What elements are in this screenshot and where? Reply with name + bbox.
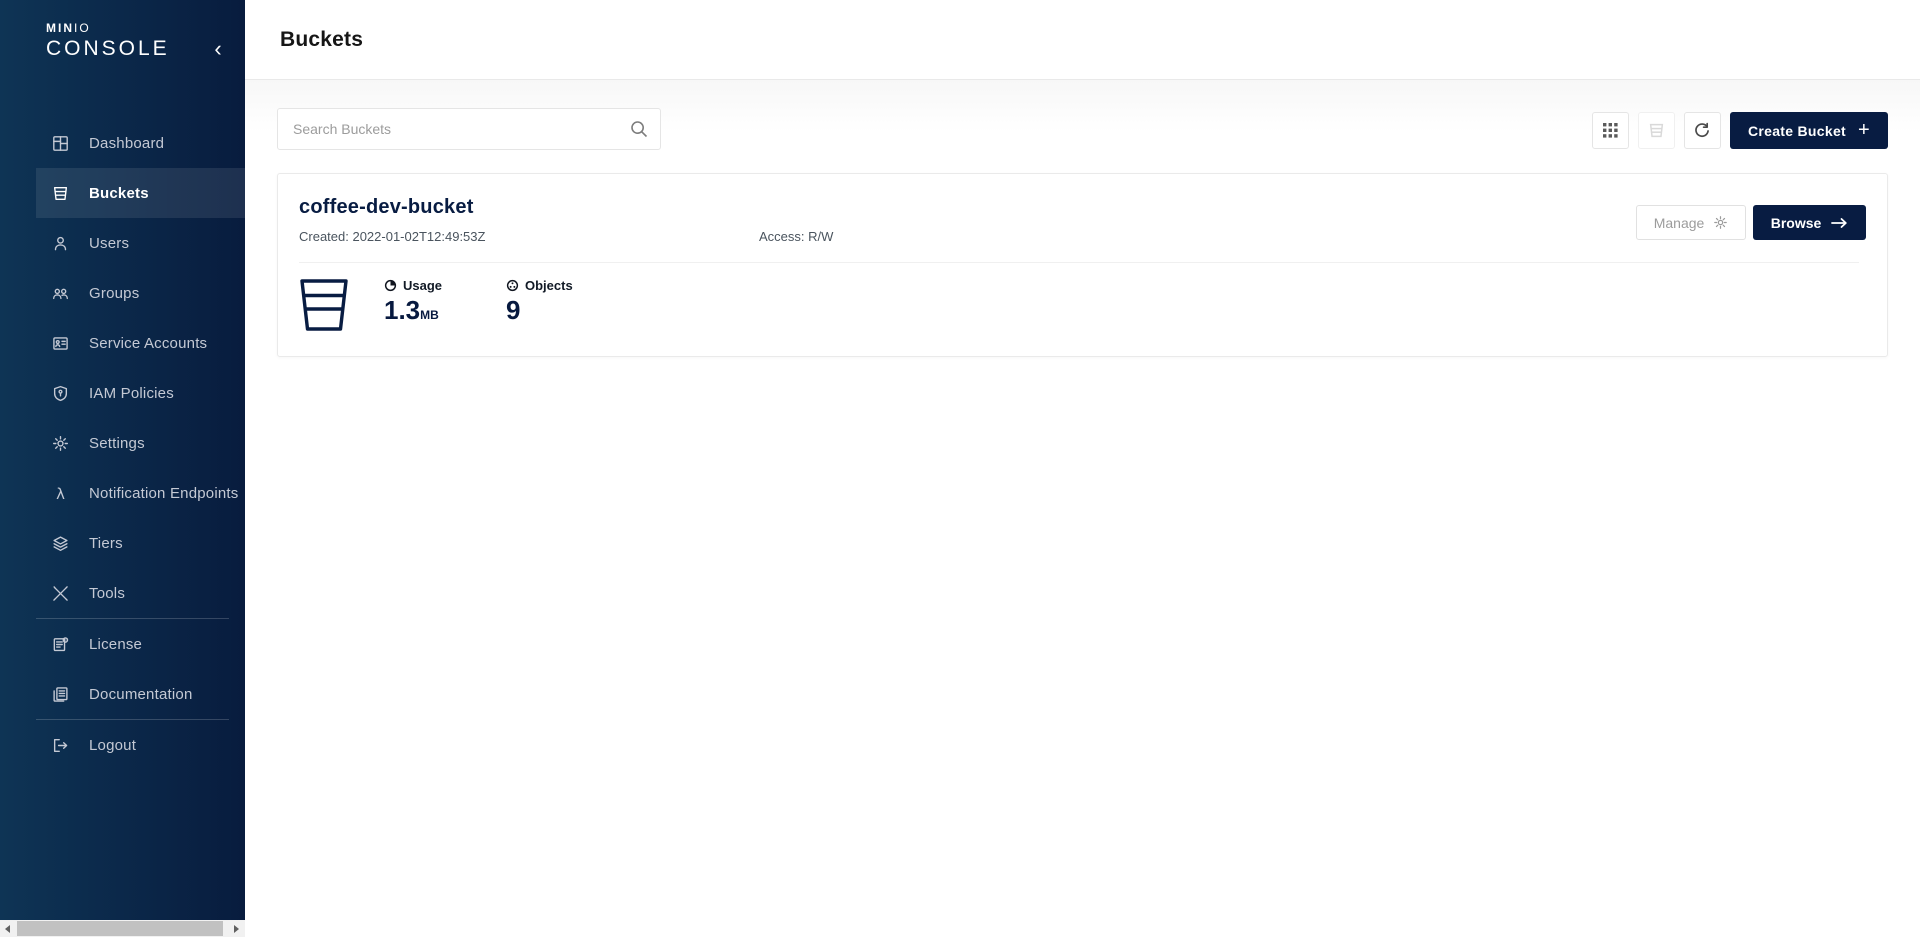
toolbar: Create Bucket + bbox=[277, 108, 1888, 150]
sidebar-menu: Dashboard Buckets Users Groups Service Accou… bbox=[0, 118, 245, 770]
manage-button[interactable]: Manage bbox=[1636, 205, 1746, 240]
sidebar-item-documentation[interactable]: Documentation bbox=[36, 669, 245, 719]
sidebar-item-tiers[interactable]: Tiers bbox=[36, 518, 245, 568]
sidebar-item-dashboard[interactable]: Dashboard bbox=[36, 118, 245, 168]
sidebar-item-label: Tools bbox=[89, 585, 125, 602]
bucket-stats-row: Usage 1.3MB Objects 9 bbox=[299, 278, 1866, 332]
arrow-right-icon bbox=[1831, 217, 1848, 229]
manage-label: Manage bbox=[1654, 215, 1705, 231]
sidebar-item-notification-endpoints[interactable]: λ Notification Endpoints bbox=[36, 468, 245, 518]
grid-view-icon bbox=[1603, 123, 1618, 138]
minio-logo-console: CONSOLE bbox=[46, 38, 170, 59]
page-header: Buckets bbox=[245, 0, 1920, 80]
settings-icon bbox=[52, 435, 69, 452]
sidebar-item-license[interactable]: License bbox=[36, 619, 245, 669]
scroll-left-arrow[interactable] bbox=[0, 920, 17, 937]
objects-label: Objects bbox=[525, 278, 573, 293]
usage-label: Usage bbox=[403, 278, 442, 293]
sidebar-item-label: Documentation bbox=[89, 686, 193, 703]
browse-label: Browse bbox=[1771, 215, 1822, 231]
usage-label-row: Usage bbox=[384, 278, 471, 293]
sidebar-item-label: Logout bbox=[89, 737, 136, 754]
chevron-left-icon: ‹ bbox=[214, 36, 221, 61]
svg-text:λ: λ bbox=[56, 485, 65, 502]
sidebar-item-label: Buckets bbox=[89, 185, 149, 202]
create-bucket-label: Create Bucket bbox=[1748, 123, 1846, 139]
usage-unit: MB bbox=[420, 308, 439, 322]
sidebar-item-label: Tiers bbox=[89, 535, 123, 552]
license-icon bbox=[52, 636, 69, 653]
groups-icon bbox=[52, 285, 69, 302]
grid-view-button[interactable] bbox=[1592, 112, 1629, 149]
list-view-button bbox=[1638, 112, 1675, 149]
main-area: Buckets bbox=[245, 0, 1920, 937]
sidebar-item-groups[interactable]: Groups bbox=[36, 268, 245, 318]
tiers-icon bbox=[52, 535, 69, 552]
refresh-button[interactable] bbox=[1684, 112, 1721, 149]
browse-button[interactable]: Browse bbox=[1753, 205, 1866, 240]
sidebar-item-buckets[interactable]: Buckets bbox=[36, 168, 245, 218]
bucket-meta-row: Created: 2022-01-02T12:49:53Z Access: R/… bbox=[299, 229, 1866, 244]
sidebar-item-label: Notification Endpoints bbox=[89, 485, 239, 502]
sidebar: MINIO CONSOLE ‹ Dashboard Buckets Users Gro… bbox=[0, 0, 245, 920]
tools-icon bbox=[52, 585, 69, 602]
objects-metric: Objects 9 bbox=[506, 278, 593, 325]
gear-icon bbox=[1713, 215, 1728, 230]
objects-icon bbox=[506, 279, 519, 292]
objects-value: 9 bbox=[506, 296, 593, 325]
toolbar-actions: Create Bucket + bbox=[1592, 112, 1888, 149]
dashboard-icon bbox=[52, 135, 69, 152]
sidebar-item-users[interactable]: Users bbox=[36, 218, 245, 268]
iam-policies-icon bbox=[52, 385, 69, 402]
card-divider bbox=[299, 262, 1859, 263]
minio-logo: MINIO CONSOLE bbox=[46, 22, 170, 59]
minio-logo-top: MINIO bbox=[46, 22, 170, 34]
sidebar-item-service-accounts[interactable]: Service Accounts bbox=[36, 318, 245, 368]
objects-label-row: Objects bbox=[506, 278, 593, 293]
page-title: Buckets bbox=[280, 28, 363, 52]
search-icon bbox=[629, 119, 649, 139]
sidebar-item-label: Users bbox=[89, 235, 129, 252]
plus-icon: + bbox=[1858, 120, 1870, 140]
bucket-created: Created: 2022-01-02T12:49:53Z bbox=[299, 229, 759, 244]
refresh-icon bbox=[1693, 122, 1711, 140]
search-input[interactable] bbox=[277, 108, 661, 150]
collapse-sidebar-button[interactable]: ‹ bbox=[205, 36, 231, 62]
search-box bbox=[277, 108, 661, 150]
sidebar-item-logout[interactable]: Logout bbox=[36, 720, 245, 770]
sidebar-item-tools[interactable]: Tools bbox=[36, 568, 245, 618]
usage-value: 1.3MB bbox=[384, 296, 471, 325]
bucket-access: Access: R/W bbox=[759, 229, 833, 244]
notification-endpoints-icon: λ bbox=[52, 485, 69, 502]
create-bucket-button[interactable]: Create Bucket + bbox=[1730, 112, 1888, 149]
buckets-icon bbox=[52, 185, 69, 202]
bucket-name: coffee-dev-bucket bbox=[299, 196, 1866, 219]
sidebar-item-label: License bbox=[89, 636, 142, 653]
documentation-icon bbox=[52, 686, 69, 703]
bucket-card: coffee-dev-bucket Created: 2022-01-02T12… bbox=[277, 173, 1888, 357]
service-accounts-icon bbox=[52, 335, 69, 352]
scroll-thumb[interactable] bbox=[17, 921, 223, 936]
sidebar-item-iam-policies[interactable]: IAM Policies bbox=[36, 368, 245, 418]
horizontal-scrollbar bbox=[0, 920, 245, 937]
logout-icon bbox=[52, 737, 69, 754]
sidebar-item-settings[interactable]: Settings bbox=[36, 418, 245, 468]
sidebar-item-label: IAM Policies bbox=[89, 385, 174, 402]
bucket-icon bbox=[299, 278, 349, 332]
scroll-right-arrow[interactable] bbox=[228, 920, 245, 937]
usage-metric: Usage 1.3MB bbox=[384, 278, 471, 325]
users-icon bbox=[52, 235, 69, 252]
content-area: Create Bucket + coffee-dev-bucket Create… bbox=[245, 80, 1920, 937]
sidebar-item-label: Groups bbox=[89, 285, 139, 302]
sidebar-item-label: Settings bbox=[89, 435, 145, 452]
bucket-list-icon bbox=[1648, 122, 1665, 139]
usage-pie-icon bbox=[384, 279, 397, 292]
sidebar-item-label: Service Accounts bbox=[89, 335, 207, 352]
sidebar-item-label: Dashboard bbox=[89, 135, 164, 152]
sidebar-brand-row: MINIO CONSOLE ‹ bbox=[0, 0, 245, 118]
bucket-card-buttons: Manage Browse bbox=[1636, 205, 1866, 240]
